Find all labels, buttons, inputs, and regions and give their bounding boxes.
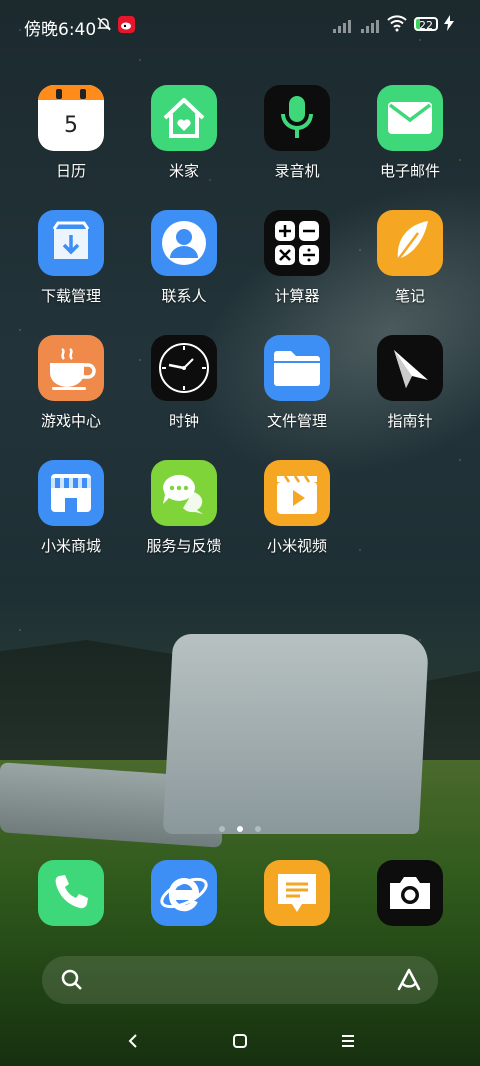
back-icon[interactable] bbox=[118, 1026, 148, 1056]
app-label: 游戏中心 bbox=[40, 412, 101, 430]
dock-camera[interactable] bbox=[360, 860, 460, 926]
battery-level: 22 bbox=[419, 19, 433, 32]
app-mijia[interactable]: 米家 bbox=[134, 85, 234, 181]
dock-messages[interactable] bbox=[247, 860, 347, 926]
weibo-icon bbox=[118, 16, 135, 37]
app-label: 电子邮件 bbox=[379, 162, 440, 180]
page-dot bbox=[219, 826, 225, 832]
page-dot bbox=[255, 826, 261, 832]
camera-icon bbox=[377, 860, 443, 926]
chat-bubbles-icon bbox=[151, 460, 217, 526]
wallpaper-slab bbox=[0, 762, 222, 848]
app-email[interactable]: 电子邮件 bbox=[360, 85, 460, 181]
app-recorder[interactable]: 录音机 bbox=[247, 85, 347, 181]
page-indicator bbox=[0, 826, 480, 832]
home-icon[interactable] bbox=[225, 1026, 255, 1056]
menu-icon[interactable] bbox=[333, 1026, 363, 1056]
clock-icon bbox=[151, 335, 217, 401]
store-icon bbox=[38, 460, 104, 526]
mijia-home-icon bbox=[151, 85, 217, 151]
signal-icon bbox=[333, 20, 351, 33]
assistant-icon[interactable] bbox=[396, 967, 422, 997]
app-clock[interactable]: 时钟 bbox=[134, 335, 234, 431]
coffee-cup-icon bbox=[38, 335, 104, 401]
app-label: 下载管理 bbox=[40, 287, 101, 305]
app-compass[interactable]: 指南针 bbox=[360, 335, 460, 431]
app-label: 计算器 bbox=[274, 287, 320, 305]
app-downloads[interactable]: 下载管理 bbox=[21, 210, 121, 306]
app-label: 联系人 bbox=[161, 287, 207, 305]
app-mi-video[interactable]: 小米视频 bbox=[247, 460, 347, 556]
app-label: 日历 bbox=[55, 162, 86, 180]
dock-phone[interactable] bbox=[21, 860, 121, 926]
calendar-icon: 5 bbox=[38, 85, 104, 151]
wallpaper-mountain bbox=[0, 640, 480, 780]
microphone-icon bbox=[264, 85, 330, 151]
app-label: 笔记 bbox=[394, 287, 425, 305]
calculator-icon bbox=[264, 210, 330, 276]
navigation-bar bbox=[0, 1026, 480, 1056]
app-label: 时钟 bbox=[168, 412, 199, 430]
mail-icon bbox=[377, 85, 443, 151]
app-game-center[interactable]: 游戏中心 bbox=[21, 335, 121, 431]
dock-browser[interactable] bbox=[134, 860, 234, 926]
app-service-feedback[interactable]: 服务与反馈 bbox=[134, 460, 234, 556]
app-calculator[interactable]: 计算器 bbox=[247, 210, 347, 306]
wallpaper-stone bbox=[162, 634, 430, 834]
compass-icon bbox=[377, 335, 443, 401]
app-mi-store[interactable]: 小米商城 bbox=[21, 460, 121, 556]
browser-icon bbox=[151, 860, 217, 926]
status-time: 傍晚6:40 bbox=[24, 20, 97, 40]
contacts-icon bbox=[151, 210, 217, 276]
page-dot-active bbox=[237, 826, 243, 832]
battery-icon: 22 bbox=[414, 17, 438, 32]
app-label: 录音机 bbox=[274, 162, 320, 180]
signal-icon bbox=[361, 20, 379, 33]
app-calendar[interactable]: 5 日历 bbox=[21, 85, 121, 181]
app-label: 文件管理 bbox=[266, 412, 327, 430]
charging-icon bbox=[444, 15, 454, 35]
app-contacts[interactable]: 联系人 bbox=[134, 210, 234, 306]
app-label: 服务与反馈 bbox=[146, 537, 222, 555]
feather-icon bbox=[377, 210, 443, 276]
phone-icon bbox=[38, 860, 104, 926]
app-label: 指南针 bbox=[387, 412, 433, 430]
search-bar[interactable] bbox=[42, 956, 438, 1004]
app-notes[interactable]: 笔记 bbox=[360, 210, 460, 306]
app-label: 米家 bbox=[168, 162, 199, 180]
app-label: 小米商城 bbox=[40, 537, 101, 555]
wifi-icon bbox=[386, 14, 408, 36]
download-icon bbox=[38, 210, 104, 276]
folder-icon bbox=[264, 335, 330, 401]
message-icon bbox=[264, 860, 330, 926]
video-icon bbox=[264, 460, 330, 526]
alarm-off-icon bbox=[96, 16, 112, 36]
app-label: 小米视频 bbox=[266, 537, 327, 555]
search-icon[interactable] bbox=[60, 968, 84, 996]
status-bar: 傍晚6:40 22 bbox=[0, 0, 480, 50]
calendar-day: 5 bbox=[64, 112, 78, 138]
app-file-manager[interactable]: 文件管理 bbox=[247, 335, 347, 431]
